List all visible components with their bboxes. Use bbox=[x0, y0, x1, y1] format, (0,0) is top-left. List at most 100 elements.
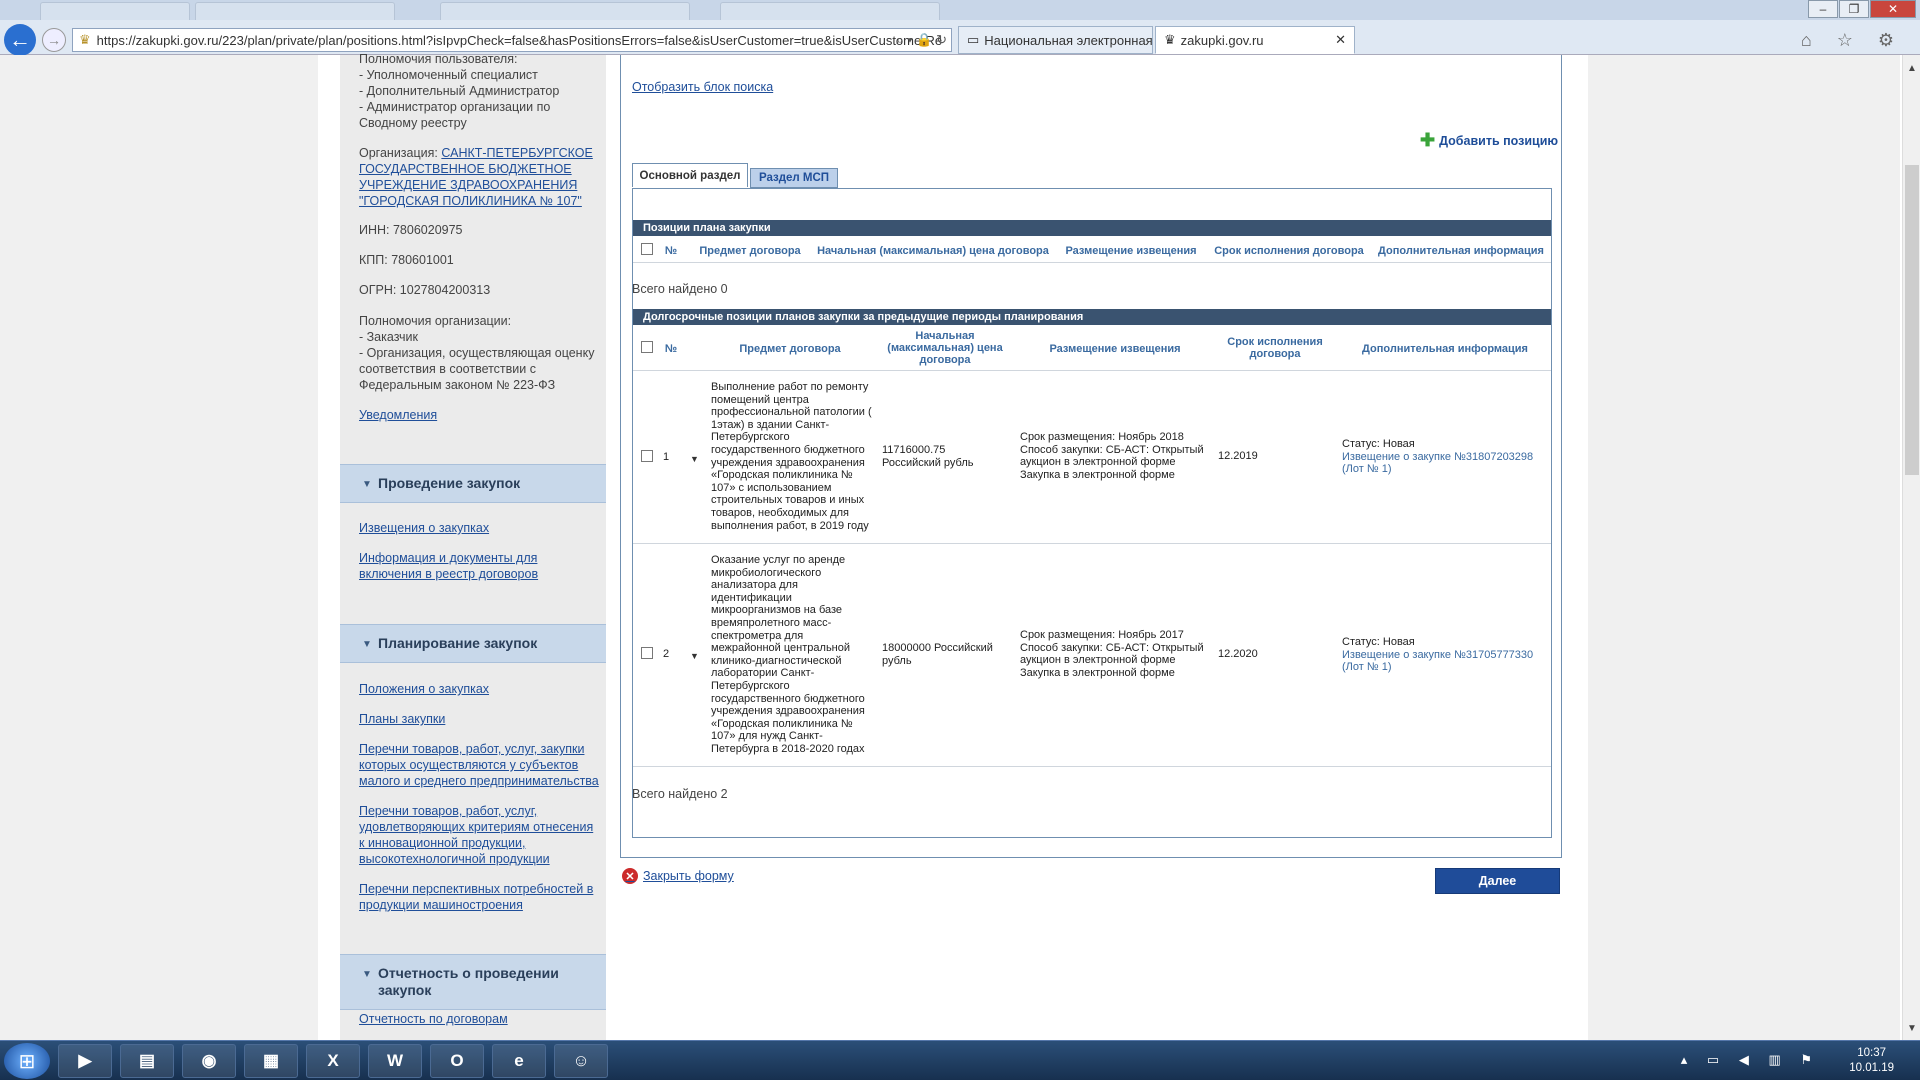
start-button[interactable]: ⊞ bbox=[4, 1043, 50, 1079]
sidebar-section-planning[interactable]: ▼ Планирование закупок bbox=[340, 624, 606, 663]
column-header-subject[interactable]: Предмет договора bbox=[690, 245, 810, 257]
sidebar-link[interactable]: Перечни перспективных потребностей в про… bbox=[359, 881, 599, 913]
scroll-up-icon[interactable]: ▲ bbox=[1907, 63, 1917, 74]
placement-method: Способ закупки: СБ-АСТ: Открытый аукцион… bbox=[1020, 443, 1204, 469]
browser-tab-national[interactable]: ▭ Национальная электронная ... bbox=[958, 26, 1153, 54]
taskbar-app-archiver[interactable]: ▤ bbox=[120, 1044, 174, 1078]
select-all-checkbox[interactable] bbox=[641, 243, 653, 255]
sidebar-link[interactable]: Перечни товаров, работ, услуг, удовлетво… bbox=[359, 803, 599, 867]
add-position-button[interactable]: ✚ Добавить позицию bbox=[1420, 130, 1558, 151]
scroll-thumb[interactable] bbox=[1905, 165, 1919, 475]
notifications-link[interactable]: Уведомления bbox=[359, 407, 599, 423]
notice-link[interactable]: Извещение о закупке №31807203298 (Лот № … bbox=[1342, 451, 1533, 476]
row-number: 2 bbox=[663, 648, 670, 660]
chevron-down-icon: ▼ bbox=[362, 969, 372, 980]
next-button[interactable]: Далее bbox=[1435, 868, 1560, 894]
sidebar-link[interactable]: Отчетность по договорам bbox=[359, 1011, 599, 1027]
window-titlebar: – ❐ ✕ bbox=[0, 0, 1920, 20]
address-bar[interactable]: ♛ https://zakupki.gov.ru/223/plan/privat… bbox=[72, 28, 952, 52]
browser-toolbar-icons[interactable]: ⌂ ☆ ⚙ bbox=[1801, 30, 1904, 51]
notice-link[interactable]: Извещение о закупке №31705777330 (Лот № … bbox=[1342, 649, 1533, 674]
scroll-down-icon[interactable]: ▼ bbox=[1907, 1023, 1917, 1034]
org-powers-title: Полномочия организации: bbox=[359, 314, 512, 328]
expand-row-icon[interactable]: ▼ bbox=[690, 454, 699, 464]
user-powers-title: Полномочия пользователя: bbox=[359, 52, 518, 66]
site-emblem-icon: ♛ bbox=[79, 32, 91, 47]
sidebar-section-procurement[interactable]: ▼ Проведение закупок bbox=[340, 464, 606, 503]
background-window-tab[interactable] bbox=[40, 2, 190, 20]
vertical-scrollbar[interactable]: ▲ ▼ bbox=[1902, 55, 1920, 1040]
taskbar-app-other[interactable]: ☺ bbox=[554, 1044, 608, 1078]
address-text: https://zakupki.gov.ru/223/plan/private/… bbox=[96, 32, 943, 48]
row-number: 1 bbox=[663, 451, 670, 463]
row-checkbox[interactable] bbox=[641, 647, 653, 659]
show-search-link[interactable]: Отобразить блок поиска bbox=[632, 80, 773, 94]
close-tab-icon[interactable]: ✕ bbox=[1335, 32, 1346, 48]
sidebar-link[interactable]: Перечни товаров, работ, услуг, закупки к… bbox=[359, 741, 599, 789]
clock-date: 10.01.19 bbox=[1849, 1062, 1894, 1074]
taskbar-app-word[interactable]: W bbox=[368, 1044, 422, 1078]
organization-block: Организация: САНКТ-ПЕТЕРБУРГСКОЕ ГОСУДАР… bbox=[359, 145, 599, 209]
column-header-term[interactable]: Срок исполнения договора bbox=[1208, 245, 1370, 257]
sidebar-section-reporting[interactable]: ▼ Отчетность о проведении закупок bbox=[340, 954, 606, 1010]
column-header-number[interactable]: № bbox=[660, 343, 682, 355]
address-tools[interactable]: ⌕ ▾ 🔒 ↻ bbox=[896, 32, 947, 48]
user-power-item: - Дополнительный Администратор bbox=[359, 84, 560, 98]
column-header-additional[interactable]: Дополнительная информация bbox=[1372, 245, 1550, 257]
row-subject: Выполнение работ по ремонту помещений це… bbox=[711, 381, 872, 532]
background-window-tab[interactable] bbox=[440, 2, 690, 20]
sidebar-link[interactable]: Информация и документы для включения в р… bbox=[359, 550, 599, 582]
tab-main-section[interactable]: Основной раздел bbox=[632, 163, 748, 187]
inn-value: ИНН: 7806020975 bbox=[359, 223, 463, 237]
column-header-price[interactable]: Начальная (максимальная) цена договора bbox=[880, 330, 1010, 366]
placement-form: Закупка в электронной форме bbox=[1020, 468, 1175, 481]
row-price: 18000000 Российский рубль bbox=[882, 642, 993, 667]
sidebar-section-title: Планирование закупок bbox=[378, 635, 538, 651]
window-controls: – ❐ ✕ bbox=[1807, 0, 1916, 18]
sidebar-link[interactable]: Положения о закупках bbox=[359, 681, 599, 697]
minimize-icon[interactable]: – bbox=[1808, 0, 1838, 18]
sidebar-link[interactable]: Извещения о закупках bbox=[359, 520, 599, 536]
taskbar-app-firefox[interactable]: ◉ bbox=[182, 1044, 236, 1078]
column-header-term[interactable]: Срок исполнения договора bbox=[1210, 336, 1340, 360]
close-window-icon[interactable]: ✕ bbox=[1870, 0, 1916, 18]
tab-msp-section[interactable]: Раздел МСП bbox=[750, 168, 838, 188]
taskbar: ⊞ ▶ ▤ ◉ ▦ X W O e ☺ ▴ ▭ ◀ ▥ ⚑ 10:37 10.0… bbox=[0, 1040, 1920, 1080]
taskbar-app-explorer[interactable]: ▦ bbox=[244, 1044, 298, 1078]
forward-button[interactable]: → bbox=[42, 28, 66, 52]
column-header-additional[interactable]: Дополнительная информация bbox=[1345, 343, 1545, 355]
section-header-plan-positions: Позиции плана закупки bbox=[633, 220, 1551, 236]
background-window-tab[interactable] bbox=[195, 2, 395, 20]
tab-favicon-icon: ♛ bbox=[1164, 32, 1176, 47]
placement-date: Срок размещения: Ноябрь 2018 bbox=[1020, 431, 1184, 443]
taskbar-app-media-player[interactable]: ▶ bbox=[58, 1044, 112, 1078]
maximize-icon[interactable]: ❐ bbox=[1839, 0, 1869, 18]
column-header-number[interactable]: № bbox=[660, 245, 682, 257]
back-arrow-icon: ← bbox=[9, 27, 31, 52]
column-header-placement[interactable]: Размещение извещения bbox=[1060, 245, 1202, 257]
user-power-item: - Администратор организации по Сводному … bbox=[359, 100, 551, 130]
placement-form: Закупка в электронной форме bbox=[1020, 666, 1175, 679]
background-window-tab[interactable] bbox=[720, 2, 940, 20]
add-position-label: Добавить позицию bbox=[1439, 133, 1559, 148]
sidebar-link[interactable]: Планы закупки bbox=[359, 711, 599, 727]
expand-row-icon[interactable]: ▼ bbox=[690, 651, 699, 661]
browser-tab-zakupki[interactable]: ♛ zakupki.gov.ru ✕ bbox=[1155, 26, 1355, 54]
placement-method: Способ закупки: СБ-АСТ: Открытый аукцион… bbox=[1020, 641, 1204, 667]
back-button[interactable]: ← bbox=[4, 24, 36, 56]
close-form-button[interactable]: ✕ Закрыть форму bbox=[622, 868, 734, 884]
column-header-price[interactable]: Начальная (максимальная) цена договора bbox=[813, 245, 1053, 257]
taskbar-app-excel[interactable]: X bbox=[306, 1044, 360, 1078]
sidebar-section-title: Проведение закупок bbox=[378, 475, 521, 491]
taskbar-app-outlook[interactable]: O bbox=[430, 1044, 484, 1078]
taskbar-app-ie[interactable]: e bbox=[492, 1044, 546, 1078]
column-header-subject[interactable]: Предмет договора bbox=[705, 343, 875, 355]
system-tray-icons[interactable]: ▴ ▭ ◀ ▥ ⚑ bbox=[1681, 1052, 1820, 1068]
divider bbox=[633, 370, 1551, 371]
row-checkbox[interactable] bbox=[641, 450, 653, 462]
select-all-checkbox[interactable] bbox=[641, 341, 653, 353]
clock[interactable]: 10:37 10.01.19 bbox=[1849, 1046, 1894, 1076]
section-header-long-term-positions: Долгосрочные позиции планов закупки за п… bbox=[633, 309, 1551, 325]
tab-favicon-icon: ▭ bbox=[967, 32, 980, 47]
column-header-placement[interactable]: Размещение извещения bbox=[1015, 343, 1215, 355]
